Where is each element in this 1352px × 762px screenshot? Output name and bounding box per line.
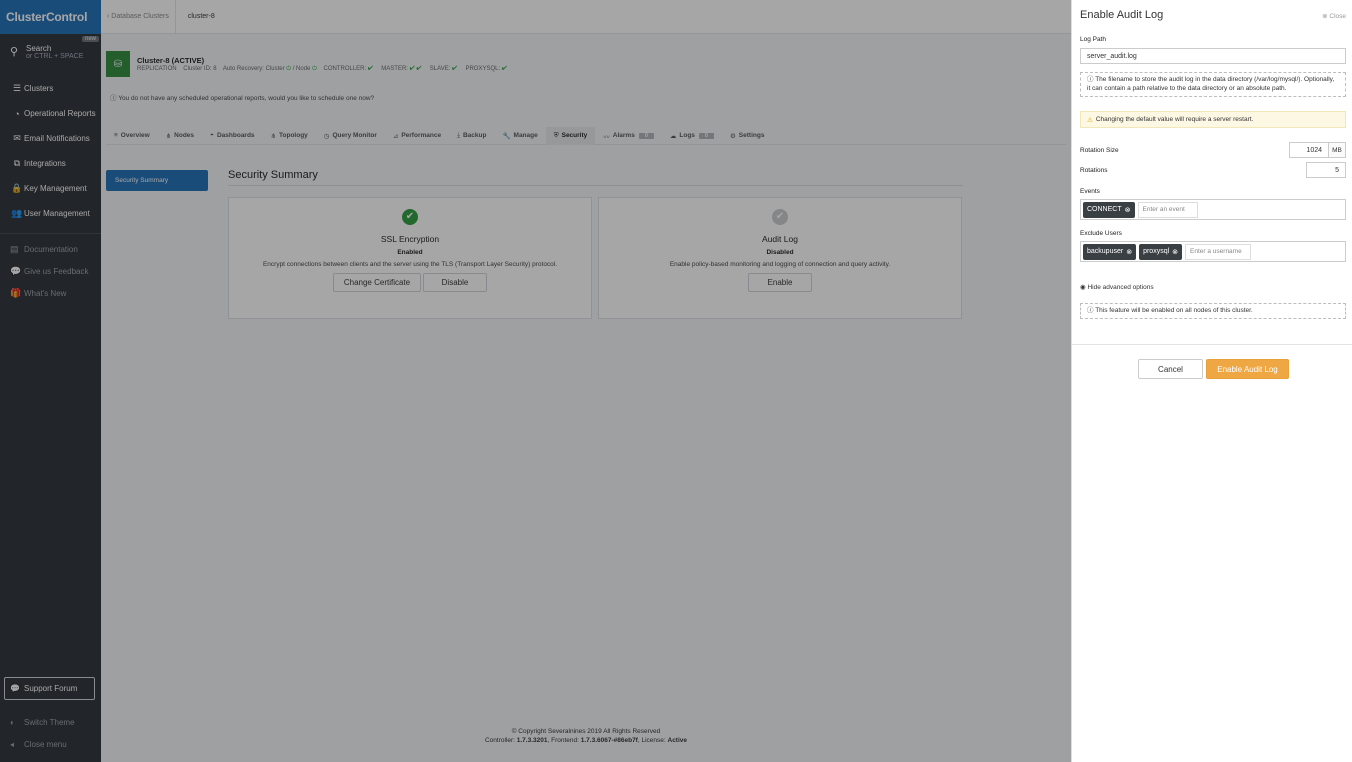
events-label: Events: [1080, 188, 1100, 195]
tag-label: CONNECT: [1087, 206, 1122, 213]
drawer-divider: [1072, 344, 1352, 345]
remove-tag-icon[interactable]: ⊗: [1172, 248, 1178, 256]
enable-audit-log-drawer: Enable Audit Log ⊗ Close Log Path server…: [1071, 0, 1352, 762]
restart-warning: ⚠ Changing the default value will require…: [1080, 111, 1346, 128]
rotation-size-input[interactable]: 1024: [1289, 142, 1329, 158]
tag-label: proxysql: [1143, 248, 1170, 255]
enable-audit-log-button[interactable]: Enable Audit Log: [1206, 359, 1289, 379]
drawer-title: Enable Audit Log: [1080, 9, 1164, 21]
cancel-button[interactable]: Cancel: [1138, 359, 1203, 379]
exclude-users-label: Exclude Users: [1080, 230, 1122, 237]
event-tag: CONNECT ⊗: [1083, 201, 1135, 218]
modal-backdrop[interactable]: [0, 0, 1071, 762]
remove-tag-icon[interactable]: ⊗: [1125, 206, 1131, 214]
events-tag-input[interactable]: CONNECT ⊗ Enter an event: [1080, 199, 1346, 220]
help-text: The filename to store the audit log in t…: [1087, 76, 1335, 92]
close-label: Close: [1329, 13, 1346, 20]
tag-label: backupuser: [1087, 248, 1124, 255]
exclude-users-tag-input[interactable]: backupuser ⊗ proxysql ⊗ Enter a username: [1080, 241, 1346, 262]
remove-tag-icon[interactable]: ⊗: [1126, 248, 1132, 256]
log-path-label: Log Path: [1080, 36, 1107, 43]
cluster-note: ⓘ This feature will be enabled on all no…: [1080, 303, 1346, 319]
user-tag: proxysql ⊗: [1139, 243, 1183, 260]
rotations-input[interactable]: 5: [1306, 162, 1346, 178]
rotations-label: Rotations: [1080, 167, 1108, 174]
info-icon: ⓘ: [1087, 76, 1096, 83]
events-input[interactable]: Enter an event: [1137, 201, 1198, 218]
note-text: This feature will be enabled on all node…: [1095, 307, 1253, 314]
info-icon: ⓘ: [1087, 307, 1096, 314]
hide-advanced-toggle[interactable]: ◉ Hide advanced options: [1080, 283, 1154, 291]
rotation-size-label: Rotation Size: [1080, 147, 1119, 154]
close-button[interactable]: ⊗ Close: [1322, 12, 1346, 20]
user-tag: backupuser ⊗: [1083, 243, 1137, 260]
advanced-label: Hide advanced options: [1087, 284, 1154, 291]
log-path-input[interactable]: server_audit.log: [1080, 48, 1346, 64]
log-path-help: ⓘ The filename to store the audit log in…: [1080, 72, 1346, 97]
exclude-users-input[interactable]: Enter a username: [1185, 243, 1252, 260]
warning-text: Changing the default value will require …: [1095, 116, 1254, 123]
warning-icon: ⚠: [1087, 116, 1093, 124]
rotation-size-unit: MB: [1329, 142, 1346, 158]
